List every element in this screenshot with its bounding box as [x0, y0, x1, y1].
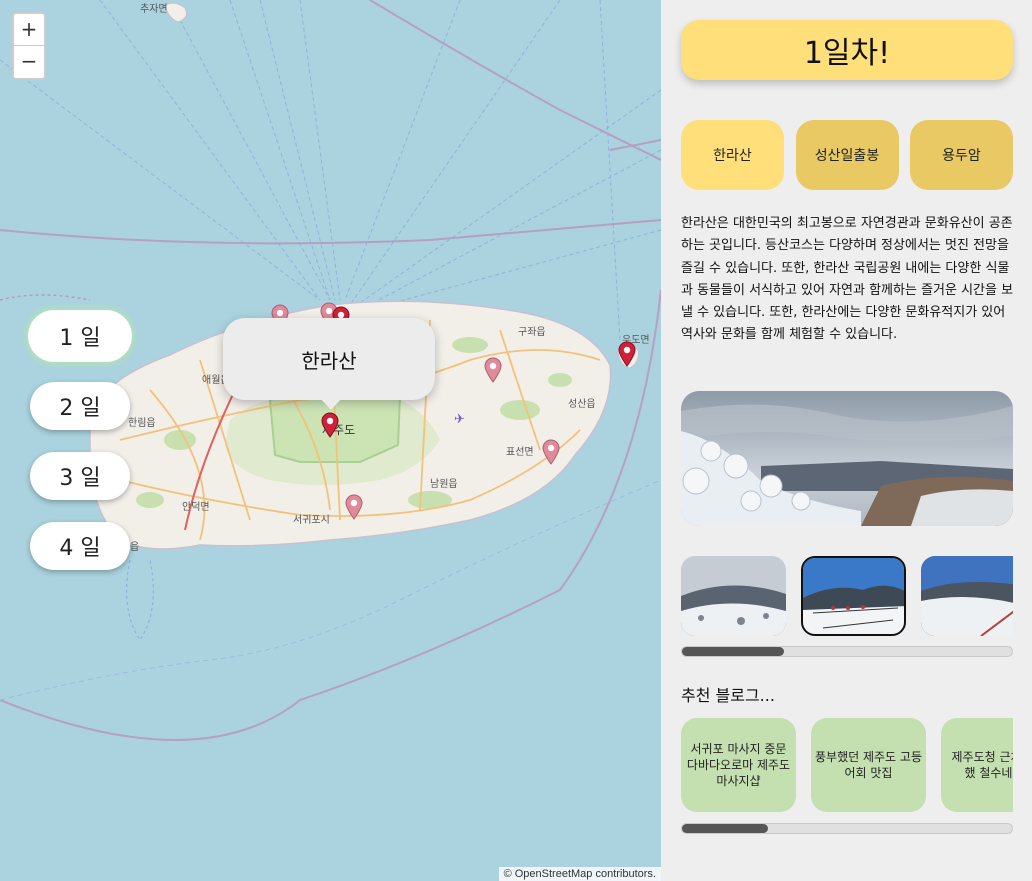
place-main-photo: [681, 391, 1013, 526]
map-label-pyoseon: 표선면: [506, 447, 534, 458]
place-description: 한라산은 대한민국의 최고봉으로 자연경관과 문화유산이 공존하는 곳입니다. …: [681, 216, 1014, 343]
map-label-seongsan: 성산읍: [568, 399, 596, 410]
map-label-seogwipo: 서귀포시: [293, 515, 330, 526]
blog-carousel[interactable]: 서귀포 마사지 중문 다바다오로마 제주도 마사지샵 풍부했던 제주도 고등어회…: [681, 718, 1013, 812]
place-button-hallasan[interactable]: 한라산: [681, 120, 784, 190]
map-view[interactable]: ✈ 추자면 제주도 서귀포시 우도면 구좌읍 성산읍 표선면 남원읍 애월읍 한…: [0, 0, 661, 881]
map-attribution[interactable]: © OpenStreetMap contributors.: [498, 867, 661, 881]
day-button-1[interactable]: 1 일: [28, 310, 132, 362]
map-label-gujwa: 구좌읍: [518, 327, 546, 338]
day-title: 1일차!: [681, 20, 1013, 80]
svg-text:✈: ✈: [454, 412, 465, 427]
blog-card[interactable]: 서귀포 마사지 중문 다바다오로마 제주도 마사지샵: [681, 718, 796, 812]
popup-title: 한라산: [301, 348, 357, 373]
place-button-seongsan[interactable]: 성산일출봉: [795, 120, 899, 190]
photo-scrollbar-thumb[interactable]: [682, 647, 785, 656]
photo-scrollbar[interactable]: [681, 646, 1013, 657]
blog-heading: 추천 블로그...: [681, 686, 775, 705]
photo-thumbnail[interactable]: [681, 556, 786, 636]
day-detail-panel: 1일차! 한라산 성산일출봉 용두암 한라산은 대한민국의 최고봉으로 자연경관…: [661, 0, 1032, 881]
blog-card[interactable]: 제주도청 근처 칭찬했 철수네숯불: [941, 718, 1013, 812]
blog-card[interactable]: 풍부했던 제주도 고등어회 맛집: [811, 718, 926, 812]
day-button-3[interactable]: 3 일: [30, 452, 130, 500]
map-marker[interactable]: [345, 494, 363, 520]
map-label-namwon: 남원읍: [430, 479, 458, 490]
photo-thumbnail[interactable]: [921, 556, 1013, 636]
map-marker[interactable]: [542, 439, 560, 465]
zoom-out-button[interactable]: −: [14, 46, 44, 78]
blog-scrollbar-thumb[interactable]: [682, 824, 768, 833]
map-label-daejeong: 읍: [130, 542, 140, 553]
day-button-4[interactable]: 4 일: [30, 522, 130, 570]
map-label-chuja: 추자면: [140, 4, 168, 15]
map-label-hallim: 한림읍: [128, 418, 156, 429]
day-button-2[interactable]: 2 일: [30, 382, 130, 430]
map-label-andeok: 안덕면: [182, 502, 210, 513]
map-tiles: ✈: [0, 0, 661, 741]
marker-popup: 한라산: [223, 318, 435, 400]
map-marker[interactable]: [484, 357, 502, 383]
popup-tip: [320, 398, 342, 410]
place-tabs: 한라산 성산일출봉 용두암: [681, 120, 1013, 190]
photo-thumbnail[interactable]: [801, 556, 906, 636]
photo-carousel[interactable]: [681, 556, 1013, 636]
zoom-in-button[interactable]: +: [14, 14, 44, 46]
blog-scrollbar[interactable]: [681, 823, 1013, 834]
map-marker[interactable]: [618, 341, 636, 367]
zoom-control: + −: [12, 12, 46, 80]
place-button-yongduam[interactable]: 용두암: [910, 120, 1013, 190]
map-marker-selected[interactable]: [321, 412, 339, 438]
